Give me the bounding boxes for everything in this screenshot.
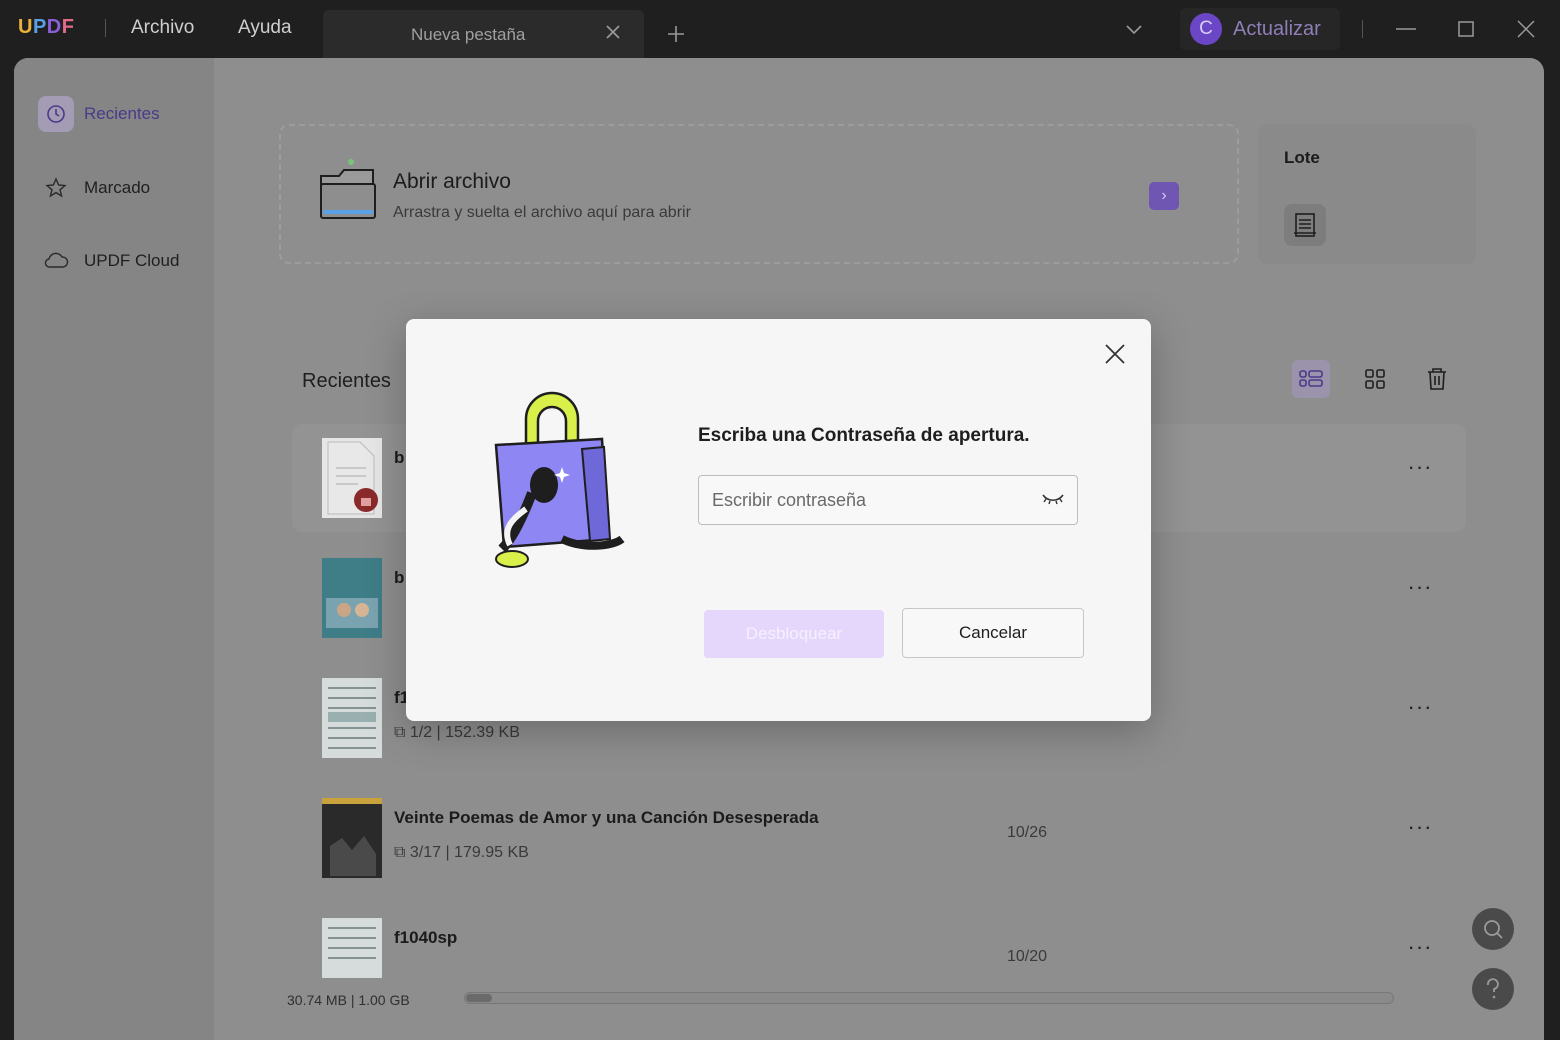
sidebar-item-recientes[interactable]: Recientes bbox=[38, 94, 203, 134]
batch-icon[interactable] bbox=[1284, 204, 1326, 246]
divider bbox=[1362, 20, 1363, 38]
list-view-button[interactable] bbox=[1292, 360, 1330, 398]
cloud-icon bbox=[38, 243, 74, 279]
more-options-icon[interactable]: ··· bbox=[1400, 934, 1440, 964]
sidebar: Recientes Marcado UPDF Cloud bbox=[14, 58, 214, 1040]
password-input[interactable] bbox=[698, 475, 1078, 525]
title-bar: UPDF Archivo Ayuda Nueva pestaña C Actua… bbox=[0, 0, 1560, 58]
file-name: f1040sp bbox=[394, 928, 458, 947]
sidebar-item-label: Marcado bbox=[84, 178, 151, 197]
file-name: Veinte Poemas de Amor y una Canción Dese… bbox=[394, 808, 819, 827]
logo-letter: P bbox=[32, 16, 47, 38]
file-thumbnail bbox=[322, 438, 382, 518]
unlock-button[interactable]: Desbloquear bbox=[704, 610, 884, 658]
tab-new[interactable]: Nueva pestaña bbox=[323, 10, 644, 58]
plus-icon[interactable] bbox=[664, 22, 688, 46]
chevron-down-icon[interactable] bbox=[1121, 16, 1147, 42]
maximize-icon[interactable] bbox=[1453, 16, 1479, 42]
dialog-title: Escriba una Contraseña de apertura. bbox=[698, 425, 1030, 446]
sidebar-item-label: Recientes bbox=[84, 104, 160, 123]
cancel-button[interactable]: Cancelar bbox=[902, 608, 1084, 658]
star-icon bbox=[38, 170, 74, 206]
close-icon[interactable] bbox=[1102, 341, 1128, 367]
open-file-title: Abrir archivo bbox=[393, 170, 511, 193]
batch-title: Lote bbox=[1284, 148, 1320, 167]
delete-button[interactable] bbox=[1418, 360, 1456, 398]
updf-logo: UPDF bbox=[18, 16, 74, 39]
file-thumbnail bbox=[322, 558, 382, 638]
sidebar-item-marcado[interactable]: Marcado bbox=[38, 168, 203, 208]
file-meta: ⧉ 3/17 | 179.95 KB bbox=[394, 844, 529, 861]
file-name: b bbox=[394, 568, 405, 587]
batch-card: Lote bbox=[1258, 124, 1476, 264]
file-thumbnail bbox=[322, 918, 382, 978]
close-window-icon[interactable] bbox=[1513, 16, 1539, 42]
chevron-right-icon[interactable]: › bbox=[1149, 182, 1179, 210]
logo-letter: U bbox=[18, 16, 33, 38]
open-file-card[interactable]: Abrir archivo Arrastra y suelta el archi… bbox=[279, 124, 1239, 264]
menu-ayuda[interactable]: Ayuda bbox=[238, 17, 292, 39]
minimize-icon[interactable] bbox=[1393, 16, 1419, 42]
open-file-subtitle: Arrastra y suelta el archivo aquí para a… bbox=[393, 204, 691, 221]
grid-view-button[interactable] bbox=[1356, 360, 1394, 398]
hide-password-icon[interactable] bbox=[1040, 489, 1066, 509]
scroll-thumb[interactable] bbox=[466, 994, 492, 1002]
trash-icon bbox=[1428, 368, 1446, 390]
more-options-icon[interactable]: ··· bbox=[1400, 694, 1440, 724]
storage-usage: 30.74 MB | 1.00 GB bbox=[287, 992, 410, 1008]
search-icon bbox=[1484, 920, 1503, 939]
file-thumbnail bbox=[322, 798, 382, 878]
menu-archivo[interactable]: Archivo bbox=[131, 17, 194, 39]
file-meta: ⧉ 1/2 | 152.39 KB bbox=[394, 724, 520, 741]
upgrade-label: Actualizar bbox=[1233, 18, 1321, 40]
close-icon[interactable] bbox=[601, 20, 625, 44]
more-options-icon[interactable]: ··· bbox=[1400, 814, 1440, 844]
file-date: 10/20 bbox=[1007, 948, 1048, 965]
more-options-icon[interactable]: ··· bbox=[1400, 574, 1440, 604]
logo-letter: D bbox=[46, 16, 62, 38]
grid-view-icon bbox=[1365, 369, 1385, 389]
recents-title: Recientes bbox=[302, 370, 391, 392]
password-dialog: Escriba una Contraseña de apertura. Desb… bbox=[406, 319, 1151, 721]
search-button[interactable] bbox=[1472, 908, 1514, 950]
help-icon bbox=[1487, 978, 1499, 999]
help-button[interactable] bbox=[1472, 968, 1514, 1010]
avatar: C bbox=[1190, 13, 1222, 45]
file-name: b bbox=[394, 448, 405, 467]
file-thumbnail bbox=[322, 678, 382, 758]
table-row[interactable]: Veinte Poemas de Amor y una Canción Dese… bbox=[292, 784, 1466, 892]
upgrade-button[interactable]: C Actualizar bbox=[1180, 8, 1340, 50]
file-date: 10/26 bbox=[1007, 824, 1048, 841]
divider bbox=[105, 19, 106, 37]
horizontal-scrollbar[interactable] bbox=[464, 992, 1394, 1004]
more-options-icon[interactable]: ··· bbox=[1400, 454, 1440, 484]
padlock-illustration-icon bbox=[494, 391, 625, 568]
clock-icon bbox=[38, 96, 74, 132]
logo-letter: F bbox=[61, 16, 75, 38]
folder-icon bbox=[320, 159, 376, 219]
sidebar-item-label: UPDF Cloud bbox=[84, 251, 180, 270]
sidebar-item-updf-cloud[interactable]: UPDF Cloud bbox=[38, 241, 203, 281]
list-view-icon bbox=[1299, 370, 1323, 387]
tab-label: Nueva pestaña bbox=[411, 25, 526, 44]
